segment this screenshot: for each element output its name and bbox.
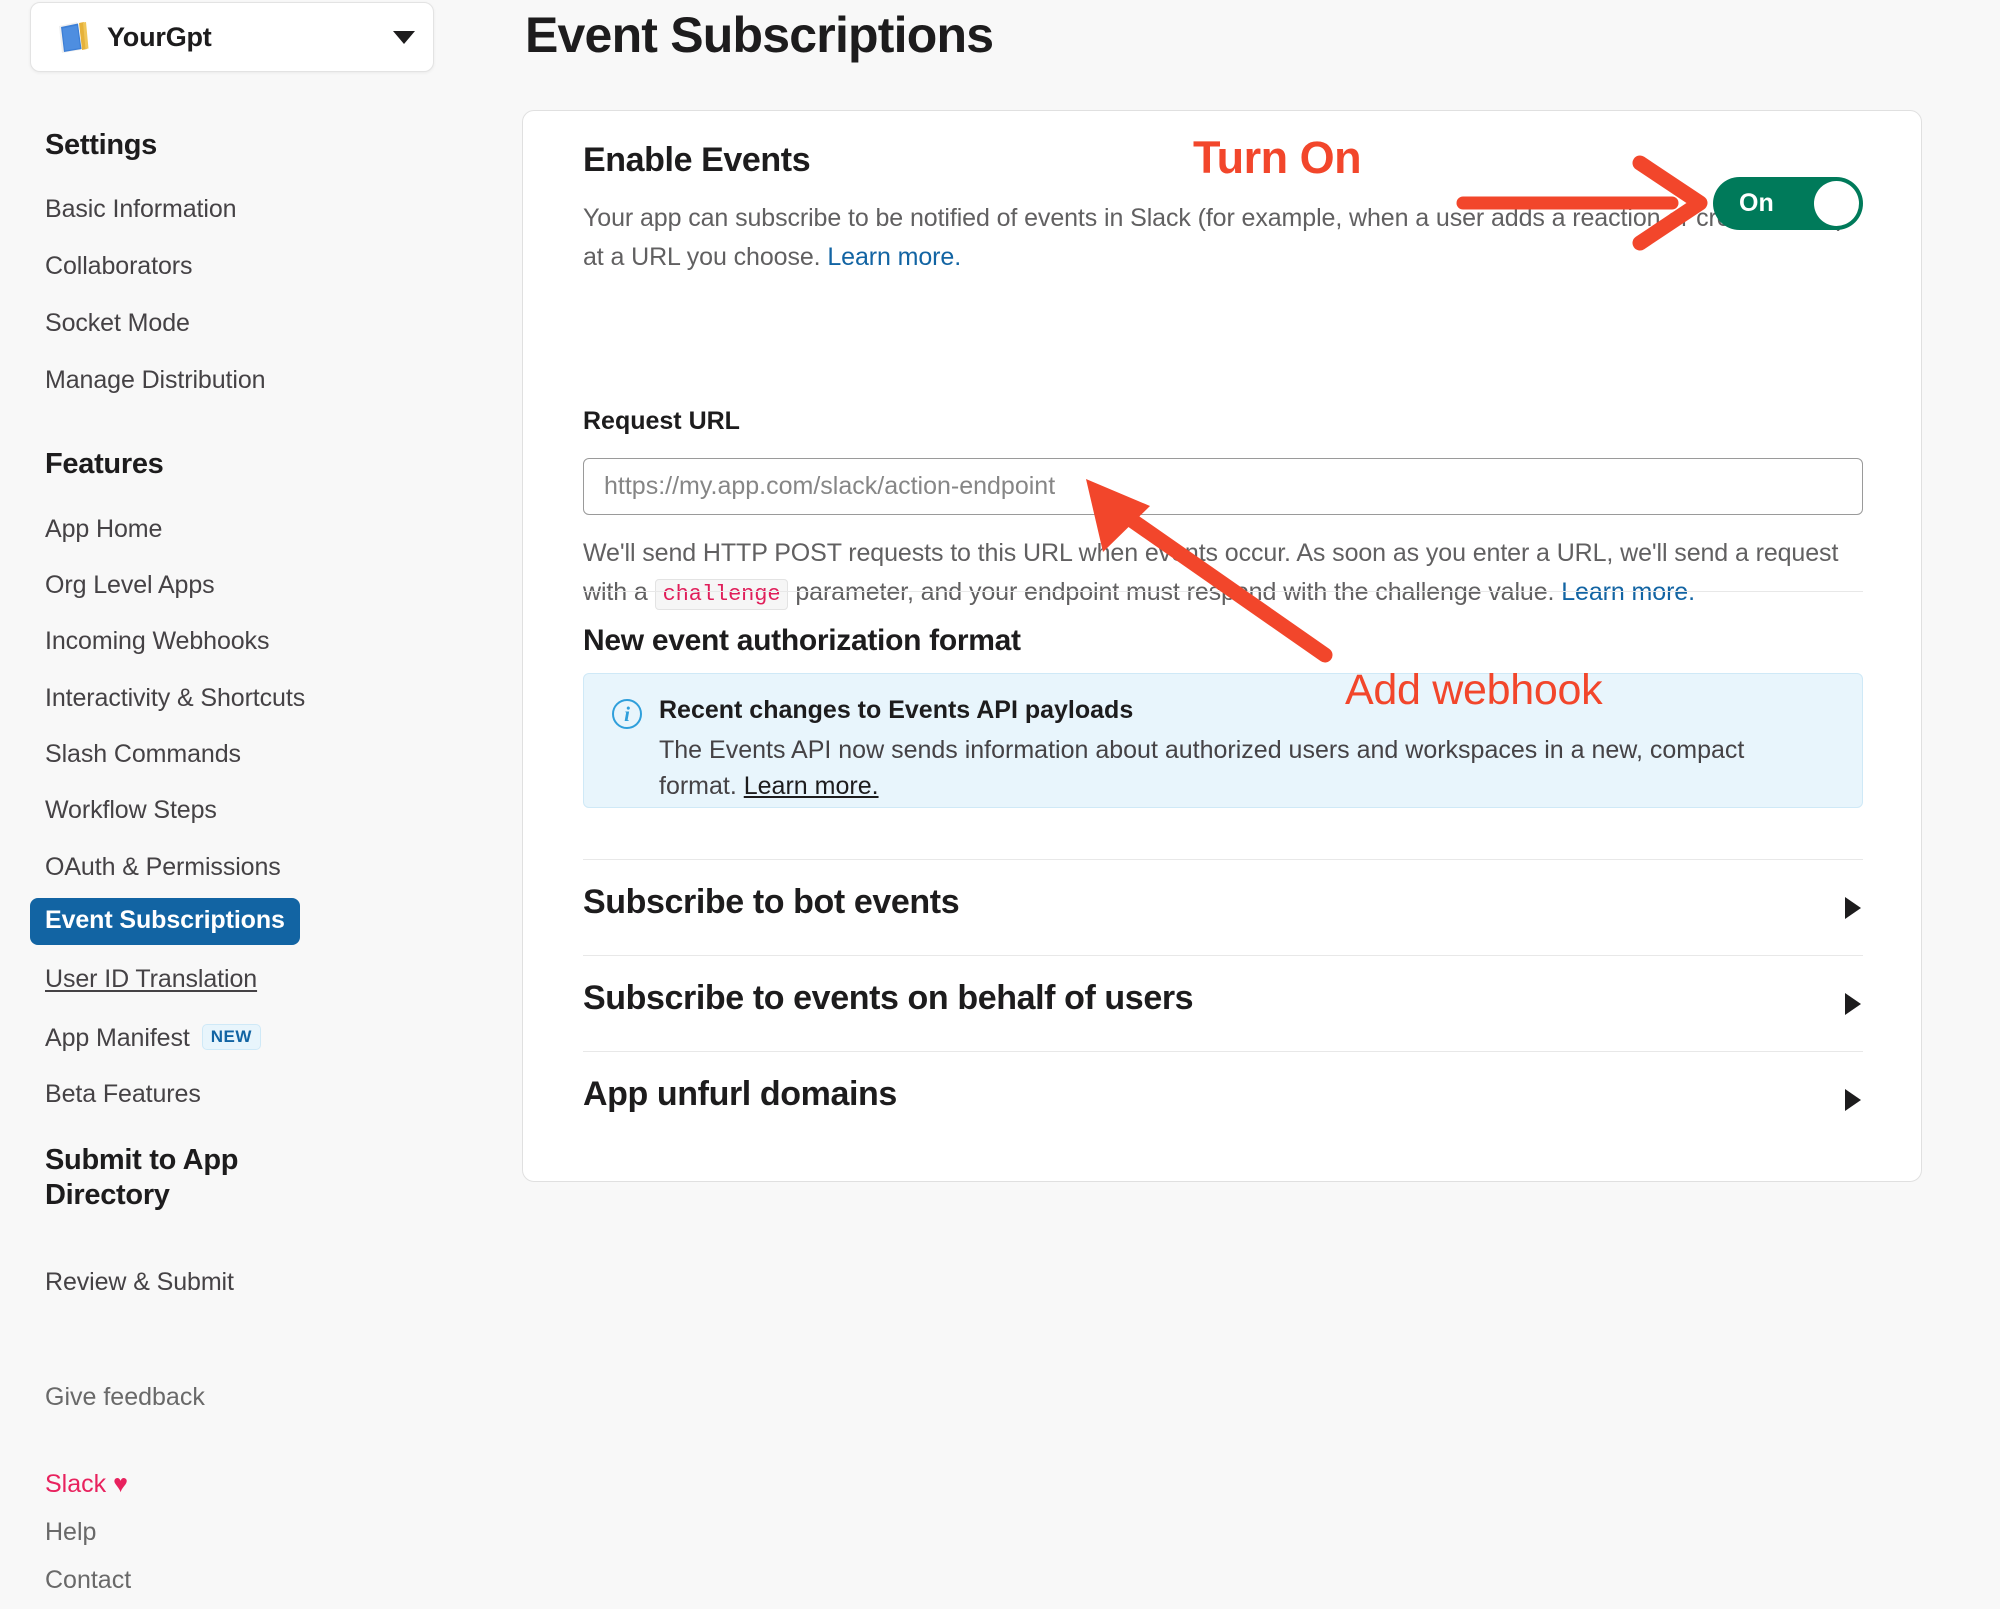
enable-events-description: Your app can subscribe to be notified of…	[583, 199, 1868, 277]
divider-1	[583, 591, 1863, 592]
chevron-down-icon[interactable]	[393, 31, 415, 44]
accordion-subscribe-to-bot-events[interactable]: Subscribe to bot events	[583, 859, 1863, 955]
accordion-label: App unfurl domains	[583, 1075, 897, 1114]
enable-events-toggle[interactable]: On	[1713, 177, 1863, 230]
enable-events-description-text: Your app can subscribe to be notified of…	[583, 204, 1845, 271]
triangle-right-icon[interactable]	[1845, 993, 1861, 1015]
callout-body: The Events API now sends information abo…	[659, 732, 1819, 805]
sidebar-help-link[interactable]: Help	[45, 1520, 96, 1545]
accordion-label: Subscribe to events on behalf of users	[583, 979, 1193, 1018]
nav-section-submit-title: Submit to App Directory	[45, 1143, 335, 1214]
accordion-subscribe-to-events-on-behalf-of-users[interactable]: Subscribe to events on behalf of users	[583, 955, 1863, 1051]
request-url-label: Request URL	[583, 407, 740, 436]
authorization-format-heading: New event authorization format	[583, 624, 1021, 658]
page-title: Event Subscriptions	[525, 6, 993, 64]
sidebar-item-user-id-translation[interactable]: User ID Translation	[45, 967, 257, 992]
enable-events-heading: Enable Events	[583, 141, 810, 180]
sidebar-item-slash-commands[interactable]: Slash Commands	[45, 742, 241, 767]
toggle-state-label: On	[1739, 189, 1774, 218]
enable-events-learn-more-link[interactable]: Learn more.	[827, 243, 961, 271]
sidebar-item-oauth-permissions[interactable]: OAuth & Permissions	[45, 855, 281, 880]
sidebar-item-workflow-steps[interactable]: Workflow Steps	[45, 798, 217, 823]
sidebar-item-app-manifest-label: App Manifest	[45, 1024, 190, 1052]
callout-title: Recent changes to Events API payloads	[659, 696, 1133, 725]
accordion-label: Subscribe to bot events	[583, 883, 959, 922]
blue-notebook-icon	[53, 17, 93, 57]
sidebar-item-review-submit[interactable]: Review & Submit	[45, 1270, 234, 1295]
sidebar: YourGpt Settings Basic Information Colla…	[0, 0, 500, 1609]
sidebar-slack-link[interactable]: Slack ♥	[45, 1472, 128, 1497]
heart-icon: ♥	[113, 1470, 128, 1498]
sidebar-item-org-level-apps[interactable]: Org Level Apps	[45, 573, 215, 598]
triangle-right-icon[interactable]	[1845, 897, 1861, 919]
event-subscriptions-card: Enable Events Your app can subscribe to …	[522, 110, 1922, 1182]
sidebar-item-manage-distribution[interactable]: Manage Distribution	[45, 368, 265, 393]
sidebar-item-interactivity-shortcuts[interactable]: Interactivity & Shortcuts	[45, 686, 305, 711]
info-circle-icon: i	[612, 699, 642, 729]
slack-app-config-page: YourGpt Settings Basic Information Colla…	[0, 0, 2000, 1609]
new-badge: NEW	[202, 1024, 261, 1050]
triangle-right-icon[interactable]	[1845, 1089, 1861, 1111]
sidebar-item-app-manifest[interactable]: App Manifest NEW	[45, 1024, 261, 1051]
sidebar-slack-label: Slack	[45, 1470, 106, 1498]
main-content: Event Subscriptions Enable Events Your a…	[500, 0, 2000, 1609]
app-switcher-name: YourGpt	[107, 22, 393, 53]
sidebar-item-incoming-webhooks[interactable]: Incoming Webhooks	[45, 629, 269, 654]
sidebar-give-feedback-link[interactable]: Give feedback	[45, 1385, 205, 1410]
callout-learn-more-link[interactable]: Learn more.	[744, 772, 879, 800]
annotation-turn-on: Turn On	[1193, 132, 1361, 184]
sidebar-item-event-subscriptions[interactable]: Event Subscriptions	[30, 898, 300, 945]
app-switcher-button[interactable]: YourGpt	[30, 2, 434, 72]
request-url-help: We'll send HTTP POST requests to this UR…	[583, 534, 1873, 612]
nav-section-settings-title: Settings	[45, 128, 157, 163]
sidebar-item-socket-mode[interactable]: Socket Mode	[45, 311, 190, 336]
sidebar-item-beta-features[interactable]: Beta Features	[45, 1082, 201, 1107]
sidebar-item-app-home[interactable]: App Home	[45, 517, 162, 542]
sidebar-contact-link[interactable]: Contact	[45, 1568, 131, 1593]
nav-section-features-title: Features	[45, 447, 164, 482]
sidebar-item-collaborators[interactable]: Collaborators	[45, 254, 192, 279]
sidebar-item-basic-information[interactable]: Basic Information	[45, 197, 236, 222]
toggle-knob[interactable]	[1814, 181, 1859, 226]
request-url-input[interactable]	[583, 458, 1863, 515]
challenge-code-token: challenge	[655, 579, 789, 610]
events-api-callout: i Recent changes to Events API payloads …	[583, 673, 1863, 808]
accordion-app-unfurl-domains[interactable]: App unfurl domains	[583, 1051, 1863, 1147]
annotation-add-webhook: Add webhook	[1345, 666, 1602, 715]
